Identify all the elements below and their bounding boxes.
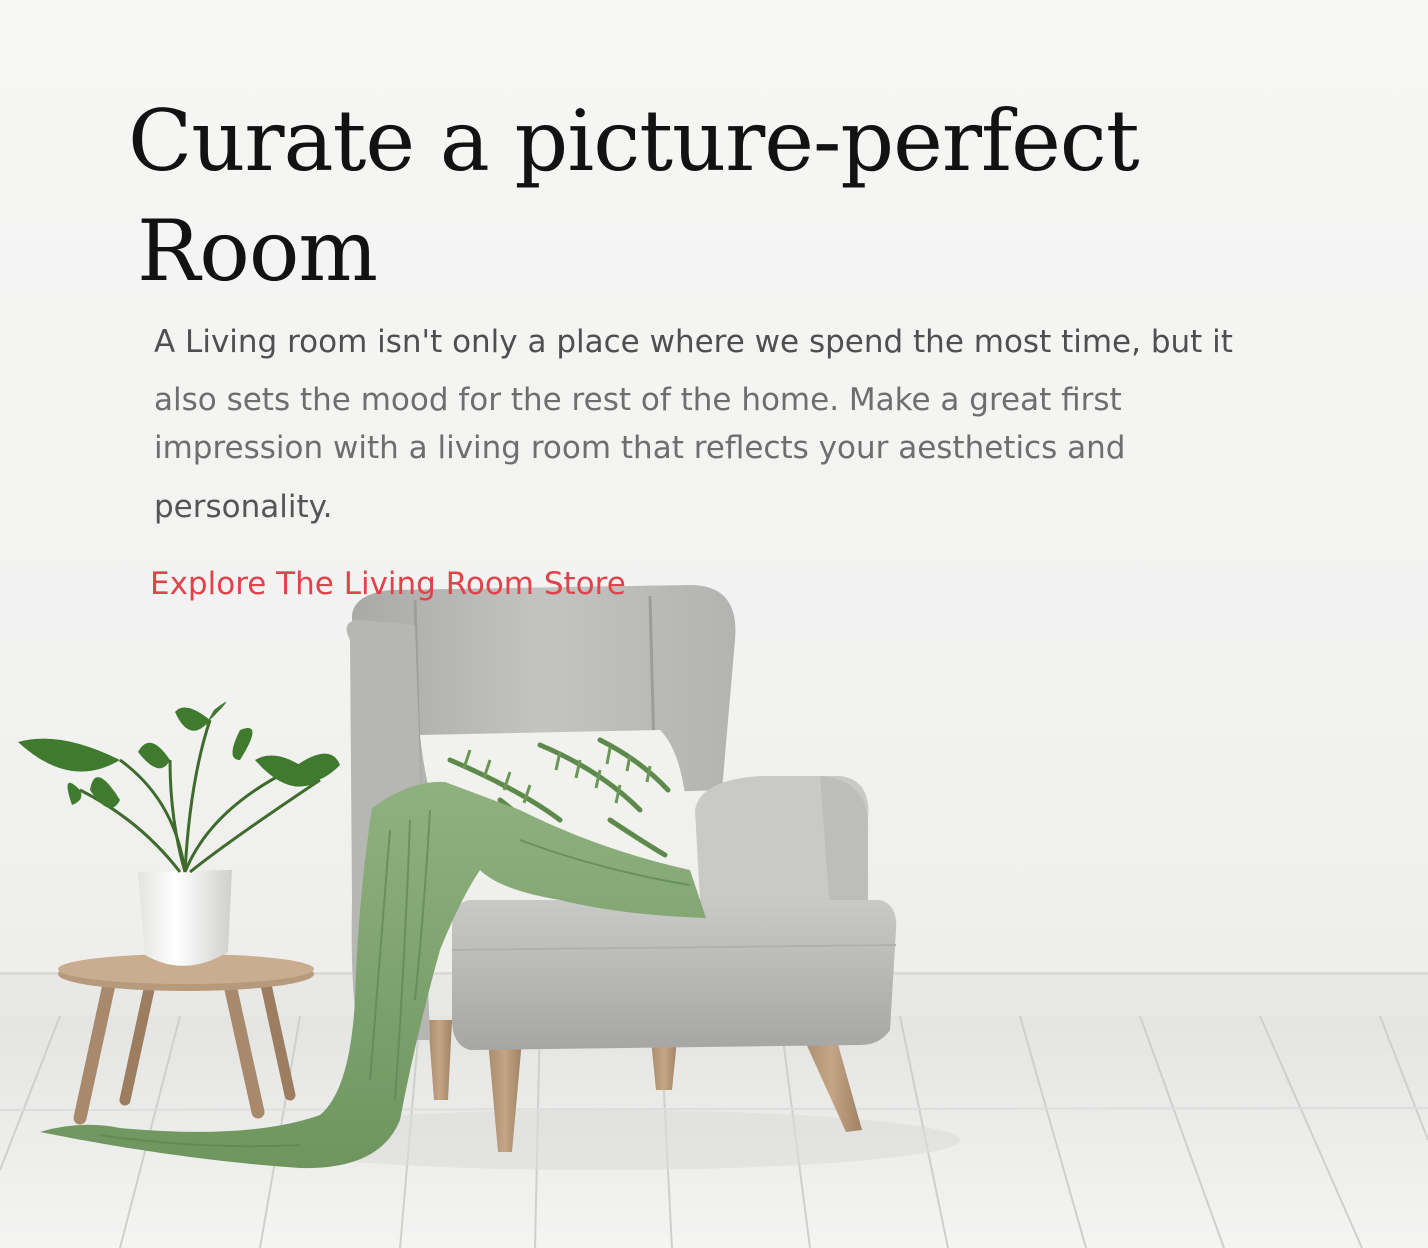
description-line-3: impression with a living room that refle… xyxy=(154,430,1126,466)
explore-living-room-store-link[interactable]: Explore The Living Room Store xyxy=(150,566,626,602)
description-line-2: also sets the mood for the rest of the h… xyxy=(154,382,1122,418)
headline-line-2: Room xyxy=(137,202,378,300)
potted-plant xyxy=(18,702,340,966)
hero-banner: Curate a picture-perfect Room A Living r… xyxy=(0,0,1428,1248)
description-line-4: personality. xyxy=(154,489,333,525)
hero-headline: Curate a picture-perfect Room xyxy=(128,86,1228,306)
headline-line-1: Curate a picture-perfect xyxy=(128,92,1140,190)
description-line-1: A Living room isn't only a place where w… xyxy=(154,324,1233,360)
